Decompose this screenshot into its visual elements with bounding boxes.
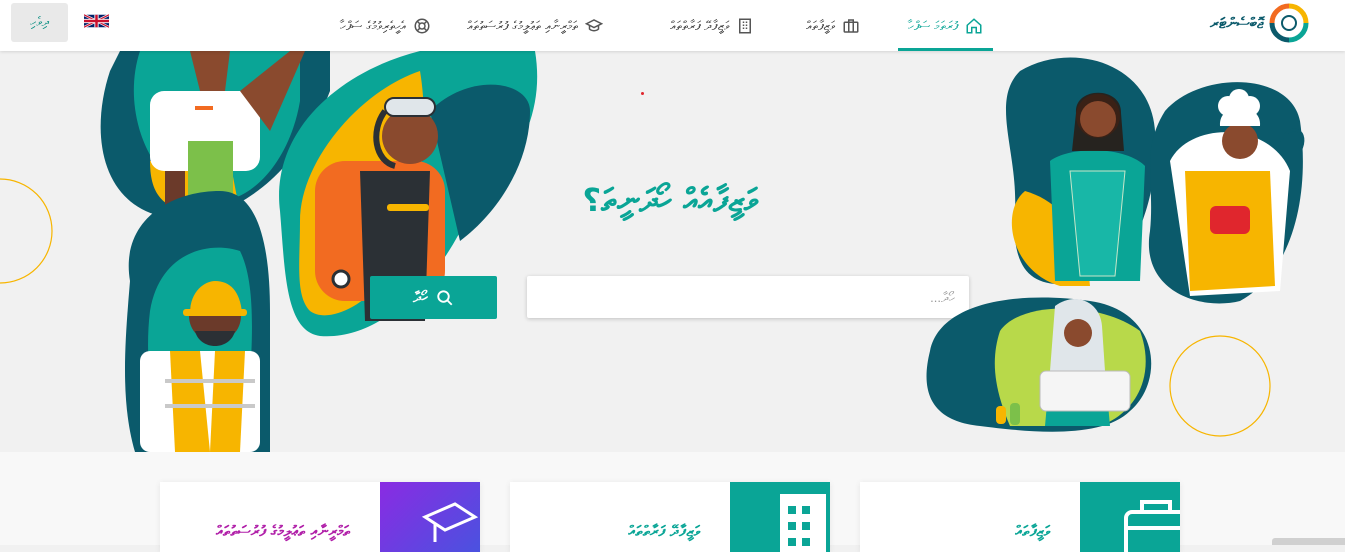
lifebuoy-icon bbox=[414, 18, 430, 33]
nav-label: ވަޒީފާތައް bbox=[806, 17, 835, 33]
search-button-label: ހޯދާ bbox=[412, 289, 429, 306]
search-button[interactable]: ހޯދާ bbox=[370, 276, 497, 319]
card-label: ވަޒީފާދޭ ފަރާތްތައް bbox=[628, 522, 700, 540]
nav-label: ތަމްރީނާއި ތަޢުލީމުގެ ފުރުސަތުތައް bbox=[467, 17, 578, 33]
site-logo[interactable]: ޖޮބްސެންޓަރ bbox=[1210, 3, 1309, 43]
quick-links-section: ތަމްރީނާއި ތަޢުލީމުގެ ފުރުސަތުތައް ވަޒީފ… bbox=[0, 452, 1345, 552]
nav-jobs[interactable]: ވަޒީފާތައް bbox=[806, 0, 860, 51]
card-label: ތަމްރީނާއި ތަޢުލީމުގެ ފުރުސަތުތައް bbox=[216, 522, 350, 540]
scroll-to-top-tab[interactable] bbox=[1272, 538, 1345, 545]
logo-text: ޖޮބްސެންޓަރ bbox=[1210, 14, 1264, 32]
nav-training[interactable]: ތަމްރީނާއި ތަޢުލީމުގެ ފުރުސަތުތައް bbox=[467, 0, 603, 51]
workers-illustration-right bbox=[926, 57, 1305, 437]
briefcase-icon bbox=[843, 18, 859, 33]
top-navigation-bar: ދިވެހި ފުރަތަމަ ސަފްހާ ވަޒީފާތައް ވަޒީފާ… bbox=[0, 0, 1345, 51]
card-image bbox=[1080, 482, 1180, 552]
card-training[interactable]: ތަމްރީނާއި ތަޢުލީމުގެ ފުރުސަތުތައް bbox=[160, 482, 480, 552]
building-icon bbox=[739, 18, 752, 33]
search-icon bbox=[437, 289, 453, 305]
home-icon bbox=[966, 17, 982, 33]
nav-label: ފުރަތަމަ ސަފްހާ bbox=[908, 17, 959, 33]
nav-employers[interactable]: ވަޒީފާދޭ ފަރާތްތައް bbox=[670, 0, 754, 51]
uk-flag-icon[interactable] bbox=[84, 12, 109, 30]
workers-illustration-left bbox=[0, 51, 538, 452]
language-toggle-button[interactable]: ދިވެހި bbox=[11, 3, 68, 42]
building-icon bbox=[780, 494, 826, 552]
card-image bbox=[380, 482, 480, 552]
nav-label: ވަޒީފާދޭ ފަރާތްތައް bbox=[670, 17, 730, 33]
nav-home[interactable]: ފުރަތަމަ ސަފްހާ bbox=[897, 0, 994, 51]
nav-help[interactable]: އެހީތެރިވުމުގެ ސަފްހާ bbox=[340, 0, 431, 51]
graduation-cap-icon bbox=[421, 502, 479, 542]
nav-label: އެހީތެރިވުމުގެ ސަފްހާ bbox=[340, 17, 406, 33]
card-employers[interactable]: ވަޒީފާދޭ ފަރާތްތައް bbox=[510, 482, 830, 552]
briefcase-icon bbox=[1124, 500, 1180, 552]
card-jobs[interactable]: ވަޒީފާތައް bbox=[860, 482, 1180, 552]
hero-heading: ވަޒީފާއެއް ހޯދަނީތަ؟ bbox=[582, 181, 758, 219]
card-image bbox=[730, 482, 830, 552]
graduation-cap-icon bbox=[584, 18, 603, 31]
hero-section: ވަޒީފާއެއް ހޯދަނީތަ؟ ހޯދާ bbox=[0, 51, 1345, 452]
logo-ring-icon bbox=[1269, 3, 1309, 43]
decorative-dot bbox=[641, 92, 644, 95]
card-label: ވަޒީފާތައް bbox=[1015, 522, 1050, 540]
